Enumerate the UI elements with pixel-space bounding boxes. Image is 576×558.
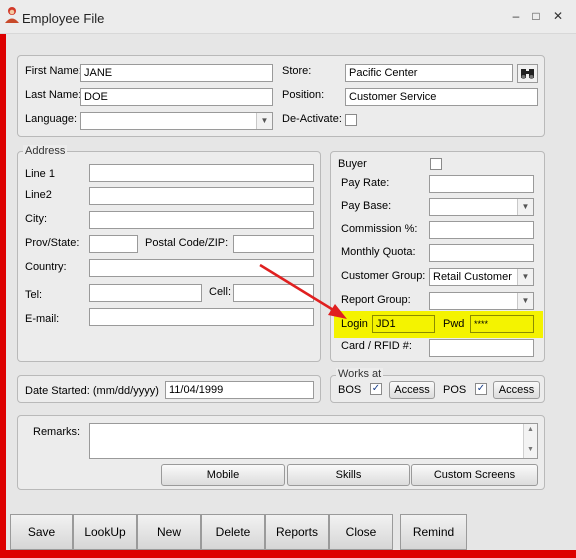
- window-border-left: [0, 34, 6, 558]
- last-name-label: Last Name:: [25, 89, 82, 101]
- position-label: Position:: [282, 89, 325, 101]
- buyer-label: Buyer: [338, 158, 367, 170]
- pos-label: POS: [443, 384, 467, 396]
- maximize-button[interactable]: □: [526, 6, 546, 26]
- monthly-quota-field[interactable]: [429, 244, 534, 262]
- address-panel: [17, 151, 321, 362]
- login-field[interactable]: JD1: [372, 315, 435, 333]
- line1-label: Line 1: [25, 168, 55, 180]
- binoculars-icon[interactable]: [517, 64, 538, 83]
- pay-base-select[interactable]: ▼: [429, 198, 534, 216]
- pay-rate-field[interactable]: [429, 175, 534, 193]
- bos-label: BOS: [338, 384, 362, 396]
- skills-button[interactable]: Skills: [287, 464, 410, 486]
- postal-field[interactable]: [233, 235, 314, 253]
- city-label: City:: [25, 213, 47, 225]
- tel-label: Tel:: [25, 289, 43, 301]
- minimize-button[interactable]: –: [506, 6, 526, 26]
- chevron-down-icon[interactable]: ▼: [517, 293, 533, 309]
- line2-label: Line2: [25, 189, 52, 201]
- remarks-label: Remarks:: [33, 426, 81, 438]
- monthly-quota-label: Monthly Quota:: [341, 246, 416, 258]
- lookup-button[interactable]: LookUp: [73, 514, 137, 550]
- customer-group-value: Retail Customer: [433, 271, 512, 283]
- bos-checkbox[interactable]: ✓: [370, 383, 382, 395]
- close-button[interactable]: Close: [329, 514, 393, 550]
- works-at-legend: Works at: [336, 368, 384, 380]
- city-field[interactable]: [89, 211, 314, 229]
- address-legend: Address: [23, 145, 68, 157]
- pwd-label: Pwd: [443, 318, 465, 330]
- close-window-button[interactable]: ✕: [548, 6, 568, 26]
- chevron-down-icon[interactable]: ▼: [256, 113, 272, 129]
- date-started-field[interactable]: 11/04/1999: [165, 381, 314, 399]
- bos-access-button[interactable]: Access: [389, 381, 435, 399]
- first-name-field[interactable]: JANE: [80, 64, 273, 82]
- red-arrow-annotation: [259, 263, 347, 319]
- store-field[interactable]: Pacific Center: [345, 64, 513, 82]
- cell-label: Cell:: [209, 286, 232, 298]
- prov-label: Prov/State:: [25, 237, 80, 249]
- postal-label: Postal Code/ZIP:: [145, 237, 229, 249]
- deactivate-label: De-Activate:: [282, 113, 342, 125]
- position-field[interactable]: Customer Service: [345, 88, 538, 106]
- save-button[interactable]: Save: [10, 514, 73, 550]
- chevron-down-icon[interactable]: ▼: [517, 199, 533, 215]
- employee-icon: [4, 6, 20, 24]
- commission-field[interactable]: [429, 221, 534, 239]
- deactivate-checkbox[interactable]: [345, 114, 357, 126]
- line2-field[interactable]: [89, 187, 314, 205]
- mobile-button[interactable]: Mobile: [161, 464, 285, 486]
- delete-button[interactable]: Delete: [201, 514, 265, 550]
- language-label: Language:: [25, 113, 77, 125]
- email-label: E-mail:: [25, 313, 60, 325]
- buyer-checkbox[interactable]: [430, 158, 442, 170]
- date-started-label: Date Started: (mm/dd/yyyy): [25, 385, 159, 397]
- pay-rate-label: Pay Rate:: [341, 177, 390, 189]
- line1-field[interactable]: [89, 164, 314, 182]
- new-button[interactable]: New: [137, 514, 201, 550]
- country-label: Country:: [25, 261, 67, 273]
- pos-checkbox[interactable]: ✓: [475, 383, 487, 395]
- reports-button[interactable]: Reports: [265, 514, 329, 550]
- pay-base-label: Pay Base:: [341, 200, 392, 212]
- pwd-field[interactable]: ****: [470, 315, 534, 333]
- prov-field[interactable]: [89, 235, 138, 253]
- customer-group-select[interactable]: Retail Customer ▼: [429, 268, 534, 286]
- commission-label: Commission %:: [341, 223, 418, 235]
- window-title: Employee File: [22, 11, 105, 26]
- window-border-bottom: [0, 550, 576, 558]
- first-name-label: First Name:: [25, 65, 82, 77]
- remarks-textarea[interactable]: ▲ ▼: [89, 423, 538, 459]
- store-label: Store:: [282, 65, 312, 77]
- tel-field[interactable]: [89, 284, 202, 302]
- report-group-select[interactable]: ▼: [429, 292, 534, 310]
- pos-access-button[interactable]: Access: [493, 381, 540, 399]
- custom-screens-button[interactable]: Custom Screens: [411, 464, 538, 486]
- language-select[interactable]: ▼: [80, 112, 273, 130]
- remind-button[interactable]: Remind: [400, 514, 467, 550]
- remarks-scrollbar[interactable]: ▲ ▼: [523, 424, 537, 458]
- last-name-field[interactable]: DOE: [80, 88, 273, 106]
- card-field[interactable]: [429, 339, 534, 357]
- card-label: Card / RFID #:: [341, 340, 412, 352]
- chevron-down-icon[interactable]: ▼: [517, 269, 533, 285]
